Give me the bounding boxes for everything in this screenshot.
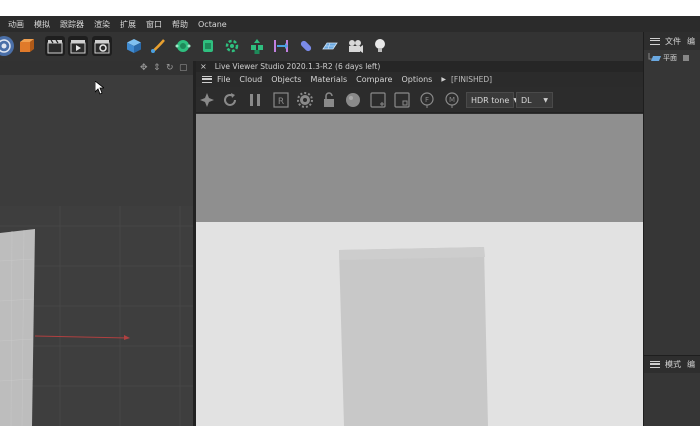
window-top-strip (0, 0, 700, 16)
menu-extensions[interactable]: 扩展 (116, 19, 142, 30)
menu-octane[interactable]: Octane (194, 20, 233, 29)
menu-edit[interactable]: 编 (687, 359, 695, 370)
cube-icon[interactable] (16, 36, 36, 56)
primitive-cube-icon[interactable] (124, 36, 144, 56)
object-manager-panel: 文件 编 平面 模式 编 (643, 32, 700, 426)
plane-object-icon (648, 53, 661, 61)
mouse-cursor-icon (95, 81, 104, 95)
render-settings-icon[interactable] (92, 36, 112, 56)
camera-object-icon[interactable] (345, 36, 365, 56)
hamburger-menu-icon[interactable] (650, 37, 660, 45)
attribute-manager-header: 模式 编 (644, 355, 700, 373)
main-toolbar (0, 32, 643, 61)
menu-file[interactable]: 文件 (665, 36, 681, 47)
cloner-icon[interactable] (271, 36, 291, 56)
main-menu-bar: 动画 模拟 跟踪器 渲染 扩展 窗口 帮助 Octane (0, 16, 700, 32)
menu-edit[interactable]: 编 (687, 36, 695, 47)
plane-object-view (0, 229, 130, 426)
menu-animate[interactable]: 动画 (0, 19, 30, 30)
tree-row-label: 平面 (663, 54, 677, 62)
render-view-icon[interactable] (68, 36, 88, 56)
clapboard-icon[interactable] (45, 36, 65, 56)
tracer-icon[interactable] (296, 36, 316, 56)
pen-icon[interactable] (148, 36, 168, 56)
menu-mode[interactable]: 模式 (665, 359, 681, 370)
subdivision-icon[interactable] (173, 36, 193, 56)
menu-window[interactable]: 窗口 (142, 19, 168, 30)
menu-help[interactable]: 帮助 (168, 19, 194, 30)
hamburger-menu-icon[interactable] (650, 361, 660, 368)
camera-icon[interactable] (0, 36, 14, 56)
menu-render[interactable]: 渲染 (90, 19, 116, 30)
light-icon[interactable] (370, 36, 390, 56)
effector-icon[interactable] (247, 36, 267, 56)
object-manager-header: 文件 编 (644, 32, 700, 50)
capsule-icon[interactable] (320, 36, 340, 56)
deformer-icon[interactable] (198, 36, 218, 56)
menu-simulate[interactable]: 模拟 (30, 19, 56, 30)
array-icon[interactable] (222, 36, 242, 56)
visibility-icon[interactable] (683, 55, 689, 61)
live-viewer-window: × Live Viewer Studio 2020.1.3-R2 (6 days… (196, 61, 643, 426)
rendered-plane (339, 247, 488, 426)
tree-row-plane[interactable]: 平面 (644, 51, 700, 65)
3d-viewport[interactable]: ✥ ⇕ ↻ ▢ (0, 61, 193, 426)
menu-tracker[interactable]: 跟踪器 (56, 19, 90, 30)
